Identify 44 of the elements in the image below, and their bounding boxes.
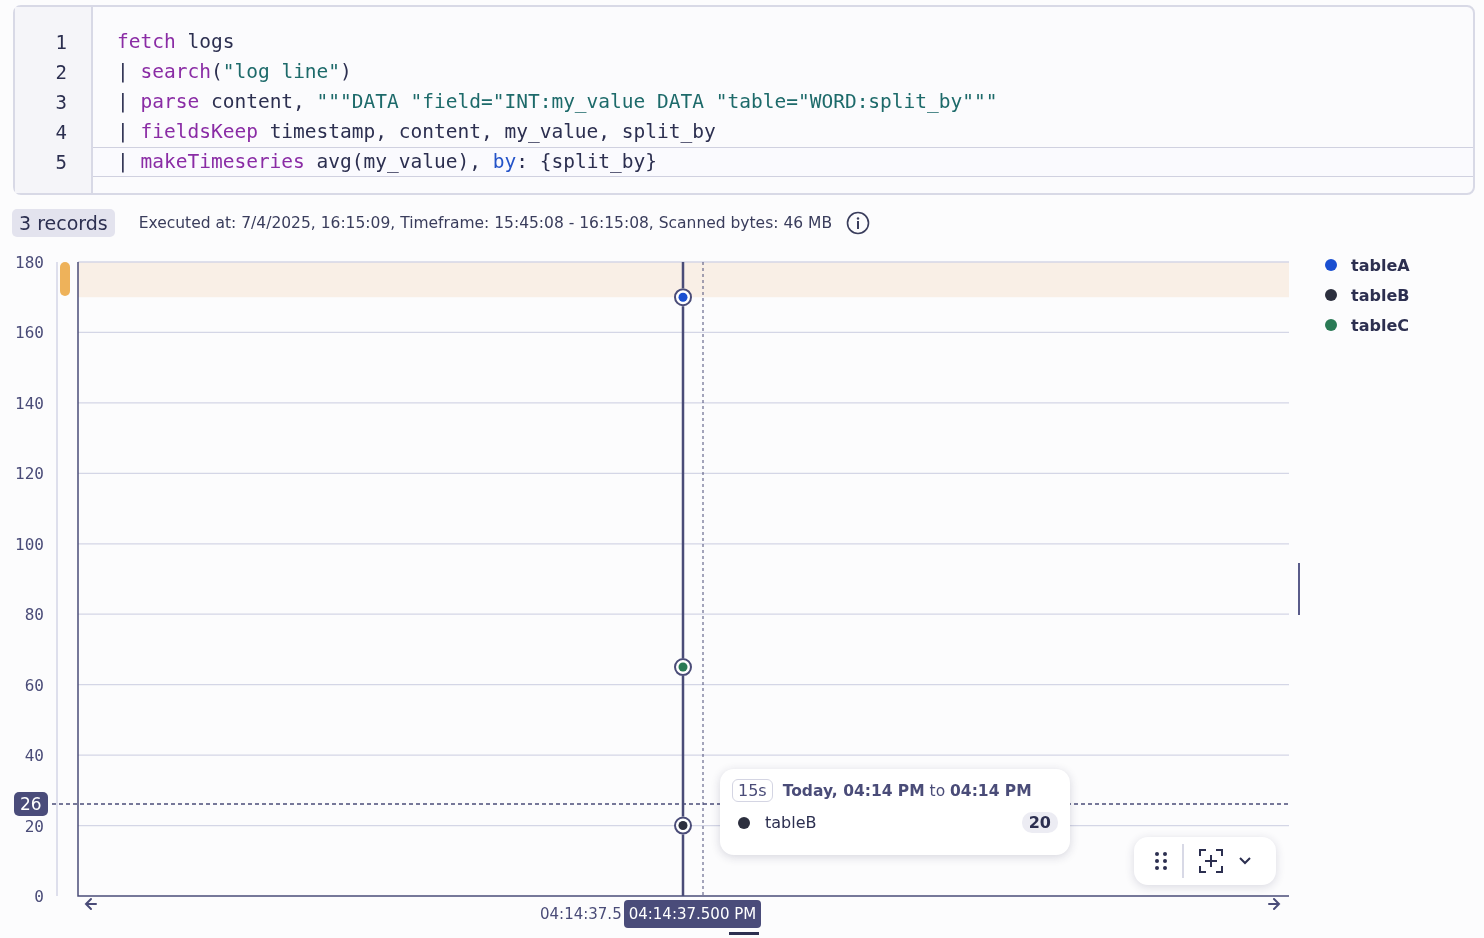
axis-tick: 160 xyxy=(15,323,44,343)
value-badge: 26 xyxy=(14,792,48,816)
drag-handle-icon[interactable] xyxy=(1154,851,1168,871)
time-badge: 04:14:37.500 PM xyxy=(623,900,762,928)
arrow-left-icon[interactable] xyxy=(84,898,97,910)
axis-label: 04:14:37.5 xyxy=(540,905,622,923)
code-line: | parse content, """DATA "field="INT:my_value DATA "table="WORD:split_by""" xyxy=(116,89,999,115)
axis-tick: 20 xyxy=(24,816,44,836)
code-line: | search("log line") xyxy=(116,59,353,85)
legend-label: tableA xyxy=(1351,255,1410,275)
line-number: 1 xyxy=(54,30,68,55)
axis-tick: 80 xyxy=(24,605,44,625)
axis-tick: 60 xyxy=(24,675,44,695)
series-name: tableB xyxy=(765,813,818,832)
line-number: 4 xyxy=(54,120,68,145)
axis-tick: 40 xyxy=(24,746,44,766)
time-range: Today, 04:14 PM to 04:14 PM xyxy=(782,781,1032,800)
axis-tick: 120 xyxy=(15,464,44,484)
legend-item[interactable]: tableA xyxy=(1325,254,1410,276)
legend-label: tableC xyxy=(1351,315,1409,335)
axis-tick: 100 xyxy=(15,534,44,554)
legend-label: tableB xyxy=(1351,285,1410,305)
interval-tag: 15s xyxy=(732,779,773,802)
line-number: 3 xyxy=(54,90,68,115)
legend-item[interactable]: tableB xyxy=(1325,284,1410,306)
series-value: 20 xyxy=(1021,812,1058,833)
axis-tick: 140 xyxy=(15,393,44,413)
execution-info: Executed at: 7/4/2025, 16:15:09, Timeframe: 15:45:08 - 16:15:08, Scanned bytes: 46 MB xyxy=(138,214,833,232)
info-icon[interactable] xyxy=(846,211,871,235)
code-editor[interactable] xyxy=(13,5,1475,195)
record-count: 3 records xyxy=(12,209,115,237)
legend-item[interactable]: tableC xyxy=(1325,314,1410,336)
line-number: 5 xyxy=(54,150,68,175)
scroll-handle xyxy=(60,262,70,296)
chevron-down-icon[interactable] xyxy=(1237,856,1252,866)
cursor-marker xyxy=(729,932,759,935)
zoom-select-icon[interactable] xyxy=(1197,848,1224,874)
line-number: 2 xyxy=(54,60,68,85)
axis-tick: 180 xyxy=(15,253,44,272)
axis-tick: 0 xyxy=(34,887,44,906)
code-line: | fieldsKeep timestamp, content, my_value, split_by xyxy=(116,119,717,145)
arrow-right-icon[interactable] xyxy=(1268,898,1281,910)
scroll-indicator xyxy=(1298,563,1300,615)
code-line: fetch logs xyxy=(116,29,236,55)
